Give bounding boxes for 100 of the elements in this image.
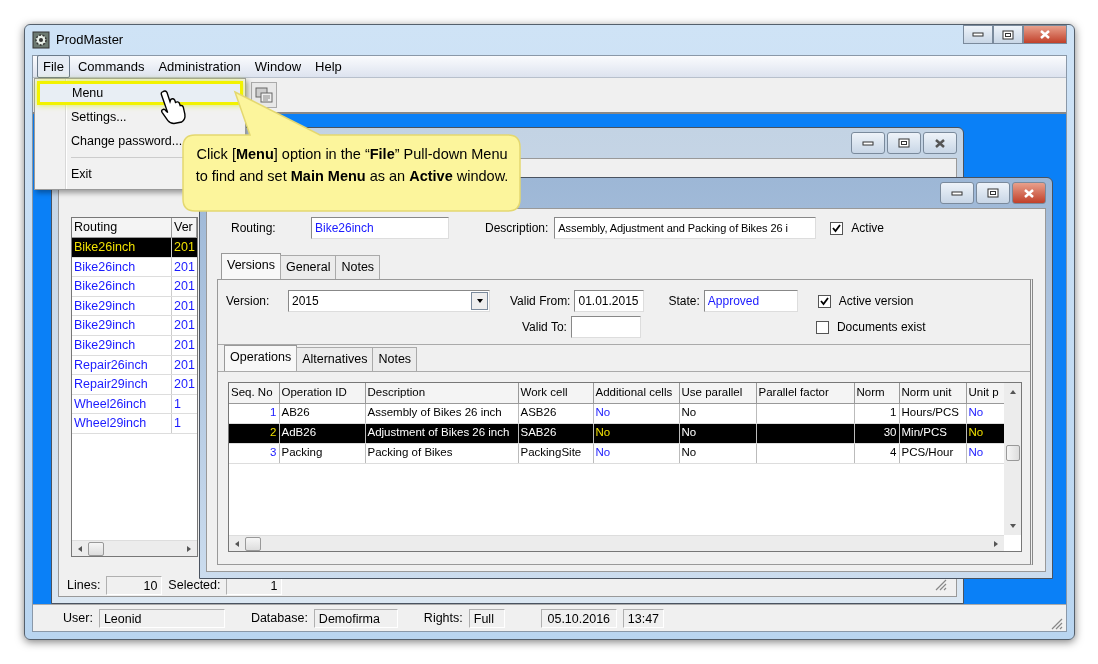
- checkbox-label: Documents exist: [836, 319, 926, 336]
- list-row[interactable]: Bike29inch 201: [72, 316, 197, 336]
- close-button[interactable]: [1023, 25, 1067, 44]
- maximize-icon[interactable]: [987, 188, 999, 198]
- menu-item[interactable]: File: [37, 54, 70, 79]
- state-label: State:: [668, 293, 700, 310]
- menu-item[interactable]: Help: [309, 54, 348, 79]
- active-checkbox[interactable]: [830, 221, 844, 235]
- version-cell-text: 201: [173, 356, 196, 374]
- lines-label: Lines:: [67, 576, 101, 594]
- column-header[interactable]: Seq. No: [229, 383, 279, 403]
- tab[interactable]: Versions: [221, 253, 281, 279]
- tab[interactable]: General: [279, 255, 337, 279]
- column-header[interactable]: Additional cells: [593, 383, 679, 403]
- list-row[interactable]: Wheel29inch 1: [72, 414, 197, 434]
- list-row[interactable]: Repair29inch 201: [72, 375, 197, 395]
- column-header[interactable]: Description: [365, 383, 518, 403]
- list-row[interactable]: Bike26inch 201: [72, 257, 197, 278]
- column-header[interactable]: Norm unit: [899, 383, 966, 403]
- column-header[interactable]: Operation ID: [279, 383, 365, 403]
- minimize-icon[interactable]: [862, 140, 874, 146]
- column-header[interactable]: Unit p: [966, 383, 1005, 403]
- table-cell: 2: [229, 423, 279, 443]
- table-cell: 1: [854, 403, 899, 423]
- column-header[interactable]: Norm: [854, 383, 899, 403]
- valid-from-label: Valid From:: [510, 293, 571, 310]
- vertical-scrollbar[interactable]: [1004, 383, 1021, 535]
- table-cell: 30: [854, 423, 899, 443]
- menu-item[interactable]: Window: [248, 54, 308, 79]
- table-row[interactable]: 2 AdB26 Adjustment of Bikes 26 inch SAB26 No No 30 Min/PCS No: [229, 423, 1005, 443]
- valid-from-field[interactable]: 01.01.2015: [574, 290, 645, 312]
- close-button[interactable]: [1012, 182, 1046, 204]
- list-row[interactable]: Bike29inch 201: [72, 335, 197, 356]
- version-cell-text: 201: [173, 239, 196, 256]
- state-field[interactable]: Approved: [703, 290, 798, 312]
- version-dropdown[interactable]: 2015: [288, 290, 490, 312]
- column-header[interactable]: Use parallel: [679, 383, 756, 403]
- menu-item[interactable]: Menu: [37, 81, 243, 105]
- maximize-button[interactable]: [887, 132, 921, 154]
- column-header[interactable]: Parallel factor: [756, 383, 854, 403]
- routing-cell: Bike29inch: [72, 316, 172, 335]
- database-field: Demofirma: [313, 608, 398, 628]
- table-cell: Packing: [279, 443, 365, 463]
- table-cell: Hours/PCS: [899, 403, 966, 423]
- description-field[interactable]: Assembly, Adjustment and Packing of Bikes 26 i: [554, 217, 817, 239]
- tab[interactable]: Notes: [335, 255, 381, 279]
- tab[interactable]: Notes: [372, 347, 418, 371]
- minimize-icon[interactable]: [951, 190, 963, 196]
- maximize-button[interactable]: [993, 25, 1023, 44]
- list-row[interactable]: Bike26inch 201: [72, 277, 197, 297]
- routing-cell: Bike29inch: [72, 335, 172, 355]
- table-cell: SAB26: [518, 423, 593, 443]
- close-button[interactable]: [923, 132, 957, 154]
- description-label: Description:: [485, 220, 549, 237]
- table-cell: No: [593, 423, 679, 443]
- routing-label: Routing:: [231, 220, 277, 237]
- table-row[interactable]: 1 AB26 Assembly of Bikes 26 inch ASB26 No No 1 Hours/PCS No: [229, 403, 1005, 423]
- routing-cell: Wheel26inch: [72, 394, 172, 414]
- menu-item[interactable]: Commands: [71, 54, 151, 79]
- list-row[interactable]: Bike26inch 201: [72, 238, 197, 258]
- column-header[interactable]: Routing: [72, 218, 172, 237]
- menu-item[interactable]: Settings...: [37, 105, 243, 129]
- list-row[interactable]: Repair26inch 201: [72, 355, 197, 376]
- routing-cell: Bike26inch: [72, 238, 172, 257]
- version-label: Version:: [226, 293, 271, 310]
- column-header[interactable]: Work cell: [518, 383, 593, 403]
- table-cell: Packing of Bikes: [365, 443, 518, 463]
- version-cell-text: 201: [173, 317, 196, 335]
- table-row[interactable]: 3 Packing Packing of Bikes PackingSite No No 4 PCS/Hour No: [229, 443, 1005, 463]
- table-cell: PCS/Hour: [899, 443, 966, 463]
- table-cell: Assembly of Bikes 26 inch: [365, 403, 518, 423]
- column-header[interactable]: Ver: [172, 218, 197, 237]
- tab[interactable]: Alternatives: [296, 347, 374, 371]
- table-cell: 4: [854, 443, 899, 463]
- documents-exist-checkbox[interactable]: [815, 320, 829, 334]
- app-gear-icon: [32, 31, 50, 49]
- version-cell-text: 1: [173, 395, 182, 413]
- routing-cell: Bike29inch: [72, 296, 172, 316]
- table-cell: No: [679, 443, 756, 463]
- active-version-checkbox[interactable]: [817, 294, 831, 308]
- tab[interactable]: Operations: [224, 345, 298, 371]
- routing-cell: Wheel29inch: [72, 414, 172, 433]
- maximize-icon[interactable]: [1002, 29, 1014, 40]
- table-cell: No: [679, 423, 756, 443]
- list-row[interactable]: Bike29inch 201: [72, 296, 197, 317]
- table-cell: No: [679, 403, 756, 423]
- valid-to-field[interactable]: [570, 316, 641, 338]
- maximize-button[interactable]: [976, 182, 1010, 204]
- routing-field[interactable]: Bike26inch: [311, 217, 449, 239]
- list-row[interactable]: Wheel26inch 1: [72, 394, 197, 415]
- version-cell-text: 201: [173, 278, 196, 296]
- close-icon[interactable]: [934, 137, 946, 149]
- minimize-icon[interactable]: [972, 32, 984, 37]
- version-cell-text: 201: [173, 297, 196, 315]
- dropdown-arrow-icon[interactable]: [475, 298, 484, 304]
- table-cell: Min/PCS: [899, 423, 966, 443]
- table-cell: AdB26: [279, 423, 365, 443]
- table-cell: PackingSite: [518, 443, 593, 463]
- maximize-icon[interactable]: [898, 138, 910, 148]
- menu-item[interactable]: Administration: [152, 54, 247, 79]
